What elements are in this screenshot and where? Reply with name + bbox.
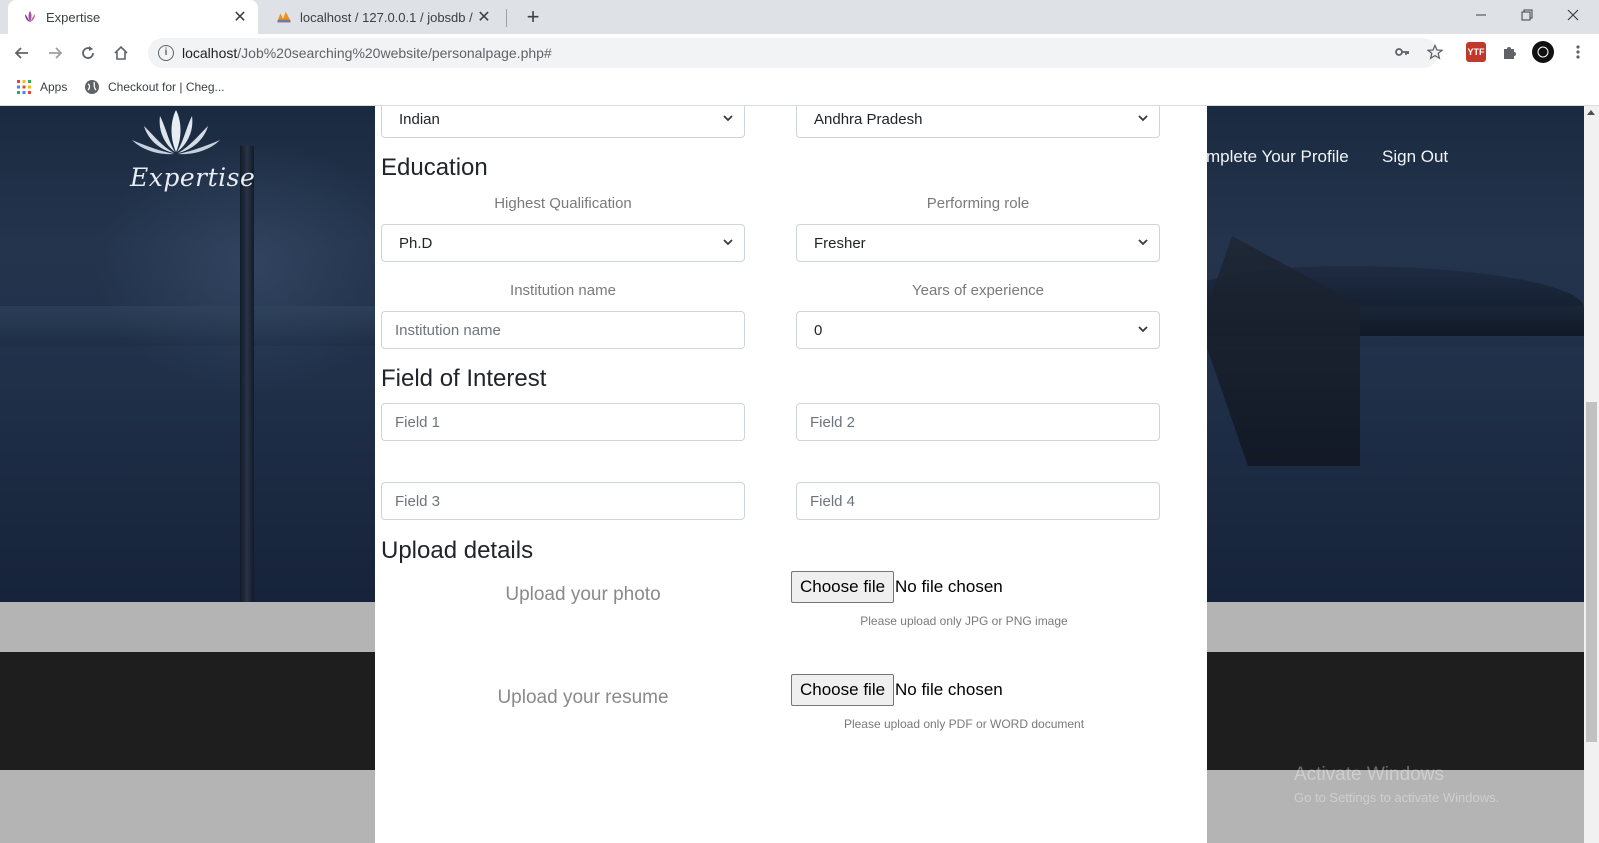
bookmark-chegg[interactable]: Checkout for | Cheg...	[84, 79, 225, 95]
forward-arrow-icon[interactable]	[41, 39, 69, 67]
close-icon[interactable]: ✕	[474, 7, 494, 27]
globe-icon	[85, 80, 99, 94]
profile-avatar-icon[interactable]	[1532, 41, 1554, 63]
url-text: localhost/Job%20searching%20website/pers…	[182, 45, 552, 61]
home-icon[interactable]	[107, 39, 135, 67]
field-4-input[interactable]: Field 4	[796, 482, 1160, 520]
upload-photo-label: Upload your photo	[505, 584, 661, 605]
page-viewport: Expertise mplete Your Profile Sign Out A…	[0, 106, 1584, 843]
chevron-down-icon	[723, 239, 733, 246]
scrollbar-thumb[interactable]	[1586, 402, 1597, 742]
resume-no-file-text: No file chosen	[895, 680, 1003, 699]
site-logo[interactable]: Expertise	[130, 108, 256, 192]
site-info-icon[interactable]: i	[158, 45, 174, 61]
nav-complete-profile[interactable]: mplete Your Profile	[1206, 147, 1349, 167]
scroll-up-arrow-icon[interactable]	[1587, 110, 1595, 115]
chevron-down-icon	[1138, 115, 1148, 122]
bookmark-apps[interactable]: Apps	[16, 79, 67, 95]
chevron-down-icon	[723, 115, 733, 122]
lotus-favicon-icon	[22, 9, 38, 25]
photo-choose-file-button[interactable]: Choose file	[791, 571, 895, 603]
key-icon[interactable]	[1392, 42, 1412, 62]
tab-strip: Expertise ✕ localhost / 127.0.0.1 / jobs…	[0, 0, 1599, 34]
chevron-down-icon	[1138, 239, 1148, 246]
highest-qualification-label: Highest Qualification	[494, 195, 632, 212]
puzzle-extensions-icon[interactable]	[1499, 42, 1519, 62]
page-scrollbar[interactable]	[1584, 106, 1599, 843]
window-close-icon[interactable]	[1550, 0, 1596, 30]
windows-activation-watermark: Activate Windows Go to Settings to activ…	[1294, 764, 1500, 805]
phpmyadmin-favicon-icon	[276, 9, 292, 25]
highest-qualification-select[interactable]: Ph.D	[381, 224, 745, 262]
lotus-logo-icon	[132, 110, 220, 155]
reload-icon[interactable]	[74, 39, 102, 67]
resume-choose-file-button[interactable]: Choose file	[791, 674, 895, 706]
restore-icon[interactable]	[1504, 0, 1550, 30]
profile-form-card: Indian Andhra Pradesh Education Highest …	[375, 106, 1207, 843]
field-3-input[interactable]: Field 3	[381, 482, 745, 520]
more-menu-icon[interactable]	[1568, 42, 1588, 62]
field-1-input[interactable]: Field 1	[381, 403, 745, 441]
resume-upload-hint: Please upload only PDF or WORD document	[843, 717, 1085, 731]
star-icon[interactable]	[1425, 42, 1445, 62]
education-heading: Education	[381, 154, 488, 181]
performing-role-select[interactable]: Fresher	[796, 224, 1160, 262]
photo-upload-hint: Please upload only JPG or PNG image	[860, 614, 1068, 628]
field-2-input[interactable]: Field 2	[796, 403, 1160, 441]
chevron-down-icon	[1138, 326, 1148, 333]
tab-separator	[506, 9, 507, 27]
tab-phpmyadmin[interactable]: localhost / 127.0.0.1 / jobsdb / lo ✕	[262, 0, 502, 34]
tab-title: Expertise	[46, 9, 101, 25]
tab-title: localhost / 127.0.0.1 / jobsdb / lo	[300, 9, 474, 25]
performing-role-label: Performing role	[926, 195, 1030, 212]
new-tab-button[interactable]: +	[520, 4, 546, 30]
address-bar[interactable]: i localhost/Job%20searching%20website/pe…	[148, 38, 1438, 68]
bookmarks-bar: Apps Checkout for | Cheg...	[0, 72, 1599, 106]
minimize-icon[interactable]	[1458, 0, 1504, 30]
brand-name: Expertise	[130, 163, 256, 192]
extension-ytf-icon[interactable]: YTF	[1466, 42, 1486, 62]
tab-expertise[interactable]: Expertise ✕	[8, 0, 258, 34]
photo-no-file-text: No file chosen	[895, 577, 1003, 596]
institution-name-label: Institution name	[510, 282, 616, 299]
close-icon[interactable]: ✕	[230, 7, 250, 27]
nationality-select[interactable]: Indian	[381, 106, 745, 138]
apps-grid-icon	[17, 80, 31, 94]
years-of-experience-label: Years of experience	[911, 282, 1045, 299]
state-select[interactable]: Andhra Pradesh	[796, 106, 1160, 138]
browser-toolbar: i localhost/Job%20searching%20website/pe…	[0, 34, 1599, 72]
institution-name-input[interactable]: Institution name	[381, 311, 745, 349]
back-arrow-icon[interactable]	[8, 39, 36, 67]
years-of-experience-select[interactable]: 0	[796, 311, 1160, 349]
field-of-interest-heading: Field of Interest	[381, 365, 547, 392]
upload-details-heading: Upload details	[381, 537, 534, 564]
upload-resume-label: Upload your resume	[497, 687, 669, 708]
nav-sign-out[interactable]: Sign Out	[1382, 147, 1448, 167]
